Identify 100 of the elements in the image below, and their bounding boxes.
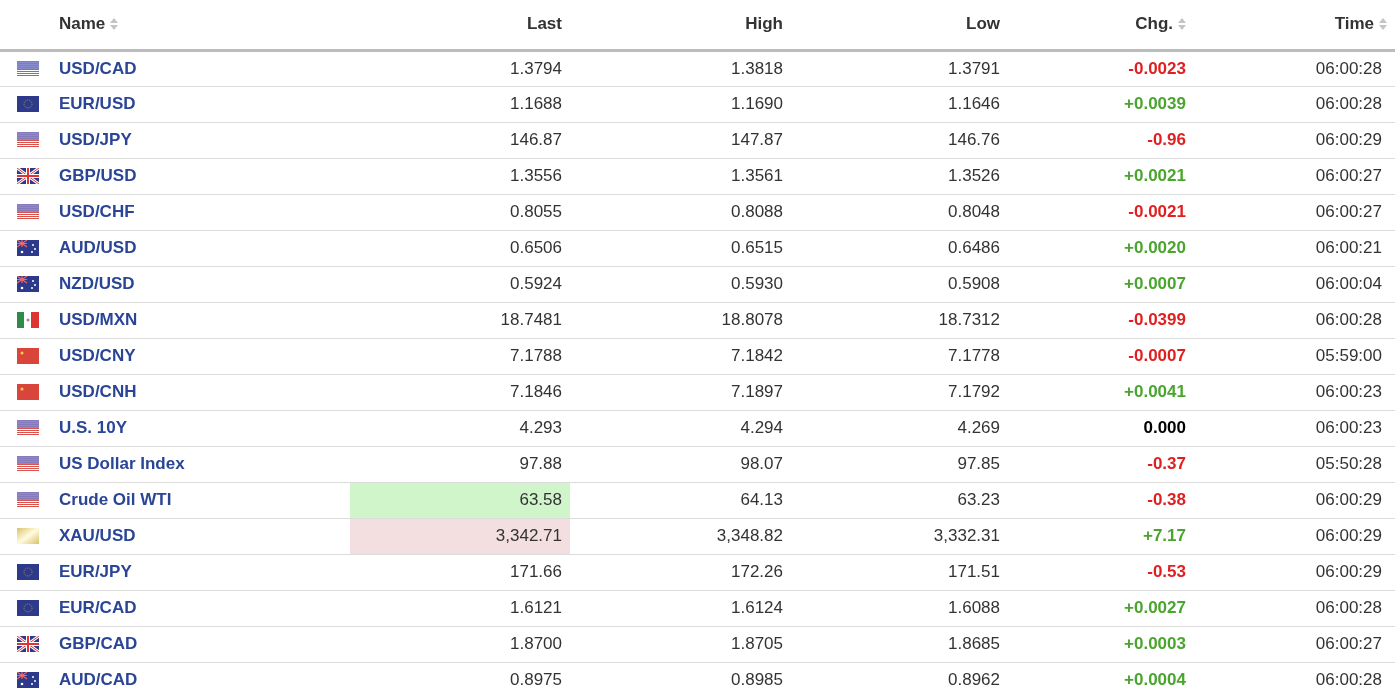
sort-header[interactable]: Time (1334, 14, 1374, 34)
time-cell: 06:00:28 (1194, 662, 1395, 695)
column-header: High (745, 14, 783, 34)
price-cell: 146.76 (791, 122, 1008, 158)
price-cell: 0.8962 (791, 662, 1008, 695)
change-cell: +0.0004 (1008, 662, 1194, 695)
instrument-link[interactable]: NZD/USD (50, 266, 350, 302)
column-header: Last (527, 14, 562, 34)
price-cell: 18.7481 (350, 302, 570, 338)
price-cell: 1.1690 (570, 86, 791, 122)
time-cell: 06:00:23 (1194, 374, 1395, 410)
time-cell: 06:00:27 (1194, 158, 1395, 194)
time-cell: 06:00:29 (1194, 122, 1395, 158)
instrument-link[interactable]: USD/CNY (50, 338, 350, 374)
price-cell: 0.8055 (350, 194, 570, 230)
sort-icon[interactable] (110, 18, 119, 31)
price-cell: 171.66 (350, 554, 570, 590)
price-cell: 171.51 (791, 554, 1008, 590)
instrument-link[interactable]: USD/CNH (50, 374, 350, 410)
price-cell: 63.58 (350, 482, 570, 518)
price-cell: 1.3561 (570, 158, 791, 194)
price-cell: 7.1897 (570, 374, 791, 410)
time-cell: 06:00:29 (1194, 482, 1395, 518)
price-cell: 1.8705 (570, 626, 791, 662)
price-cell: 1.3556 (350, 158, 570, 194)
instrument-link[interactable]: EUR/CAD (50, 590, 350, 626)
price-cell: 0.5924 (350, 266, 570, 302)
instrument-link[interactable]: USD/MXN (50, 302, 350, 338)
instrument-link[interactable]: AUD/USD (50, 230, 350, 266)
change-cell: +0.0003 (1008, 626, 1194, 662)
price-cell: 3,332.31 (791, 518, 1008, 554)
change-cell: +0.0007 (1008, 266, 1194, 302)
instrument-link[interactable]: GBP/CAD (50, 626, 350, 662)
change-cell: +0.0021 (1008, 158, 1194, 194)
price-cell: 146.87 (350, 122, 570, 158)
sort-icon[interactable] (1379, 18, 1387, 31)
sort-icon[interactable] (1178, 18, 1186, 31)
change-cell: -0.0007 (1008, 338, 1194, 374)
instrument-link[interactable]: EUR/JPY (50, 554, 350, 590)
time-cell: 06:00:23 (1194, 410, 1395, 446)
change-cell: -0.0023 (1008, 50, 1194, 86)
change-cell: -0.0021 (1008, 194, 1194, 230)
price-cell: 0.5908 (791, 266, 1008, 302)
instrument-link[interactable]: EUR/USD (50, 86, 350, 122)
time-cell: 06:00:29 (1194, 518, 1395, 554)
price-cell: 97.85 (791, 446, 1008, 482)
price-cell: 3,348.82 (570, 518, 791, 554)
price-cell: 1.3818 (570, 50, 791, 86)
change-cell: 0.000 (1008, 410, 1194, 446)
sort-header[interactable]: Name (59, 14, 106, 34)
price-cell: 147.87 (570, 122, 791, 158)
price-cell: 172.26 (570, 554, 791, 590)
instrument-link[interactable]: XAU/USD (50, 518, 350, 554)
time-cell: 06:00:28 (1194, 86, 1395, 122)
price-cell: 0.8088 (570, 194, 791, 230)
price-cell: 7.1792 (791, 374, 1008, 410)
price-cell: 0.8975 (350, 662, 570, 695)
time-cell: 06:00:28 (1194, 50, 1395, 86)
price-cell: 1.3791 (791, 50, 1008, 86)
change-cell: -0.53 (1008, 554, 1194, 590)
price-cell: 3,342.71 (350, 518, 570, 554)
time-cell: 06:00:28 (1194, 590, 1395, 626)
change-cell: +0.0027 (1008, 590, 1194, 626)
price-cell: 4.269 (791, 410, 1008, 446)
price-cell: 7.1842 (570, 338, 791, 374)
change-cell: -0.0399 (1008, 302, 1194, 338)
price-cell: 1.6088 (791, 590, 1008, 626)
change-cell: +0.0041 (1008, 374, 1194, 410)
price-cell: 1.8685 (791, 626, 1008, 662)
time-cell: 06:00:27 (1194, 626, 1395, 662)
price-cell: 0.8048 (791, 194, 1008, 230)
price-cell: 64.13 (570, 482, 791, 518)
price-cell: 4.294 (570, 410, 791, 446)
price-cell: 1.3794 (350, 50, 570, 86)
change-cell: -0.96 (1008, 122, 1194, 158)
change-cell: -0.37 (1008, 446, 1194, 482)
instrument-link[interactable]: GBP/USD (50, 158, 350, 194)
price-cell: 7.1788 (350, 338, 570, 374)
price-cell: 7.1846 (350, 374, 570, 410)
price-cell: 18.7312 (791, 302, 1008, 338)
column-header: Low (966, 14, 1000, 34)
price-cell: 7.1778 (791, 338, 1008, 374)
instrument-link[interactable]: U.S. 10Y (50, 410, 350, 446)
instrument-link[interactable]: USD/JPY (50, 122, 350, 158)
time-cell: 06:00:29 (1194, 554, 1395, 590)
price-cell: 18.8078 (570, 302, 791, 338)
instrument-link[interactable]: Crude Oil WTI (50, 482, 350, 518)
price-cell: 97.88 (350, 446, 570, 482)
price-cell: 0.6506 (350, 230, 570, 266)
instrument-link[interactable]: USD/CHF (50, 194, 350, 230)
change-cell: +0.0020 (1008, 230, 1194, 266)
change-cell: +7.17 (1008, 518, 1194, 554)
time-cell: 06:00:04 (1194, 266, 1395, 302)
instrument-link[interactable]: USD/CAD (50, 50, 350, 86)
instrument-link[interactable]: US Dollar Index (50, 446, 350, 482)
instrument-link[interactable]: AUD/CAD (50, 662, 350, 695)
price-cell: 4.293 (350, 410, 570, 446)
sort-header[interactable]: Chg. (1135, 14, 1173, 34)
time-cell: 05:59:00 (1194, 338, 1395, 374)
price-cell: 1.1688 (350, 86, 570, 122)
